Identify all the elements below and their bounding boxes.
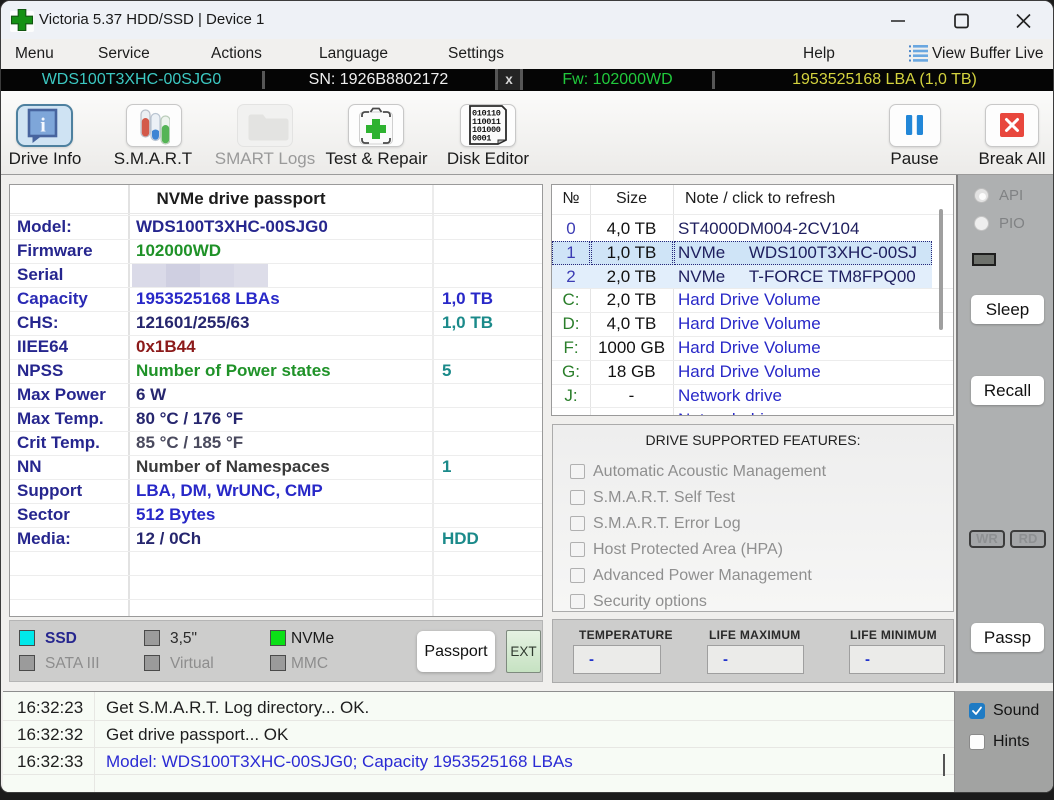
svg-text:i: i (40, 115, 46, 137)
svg-text:0001: 0001 (472, 134, 491, 144)
